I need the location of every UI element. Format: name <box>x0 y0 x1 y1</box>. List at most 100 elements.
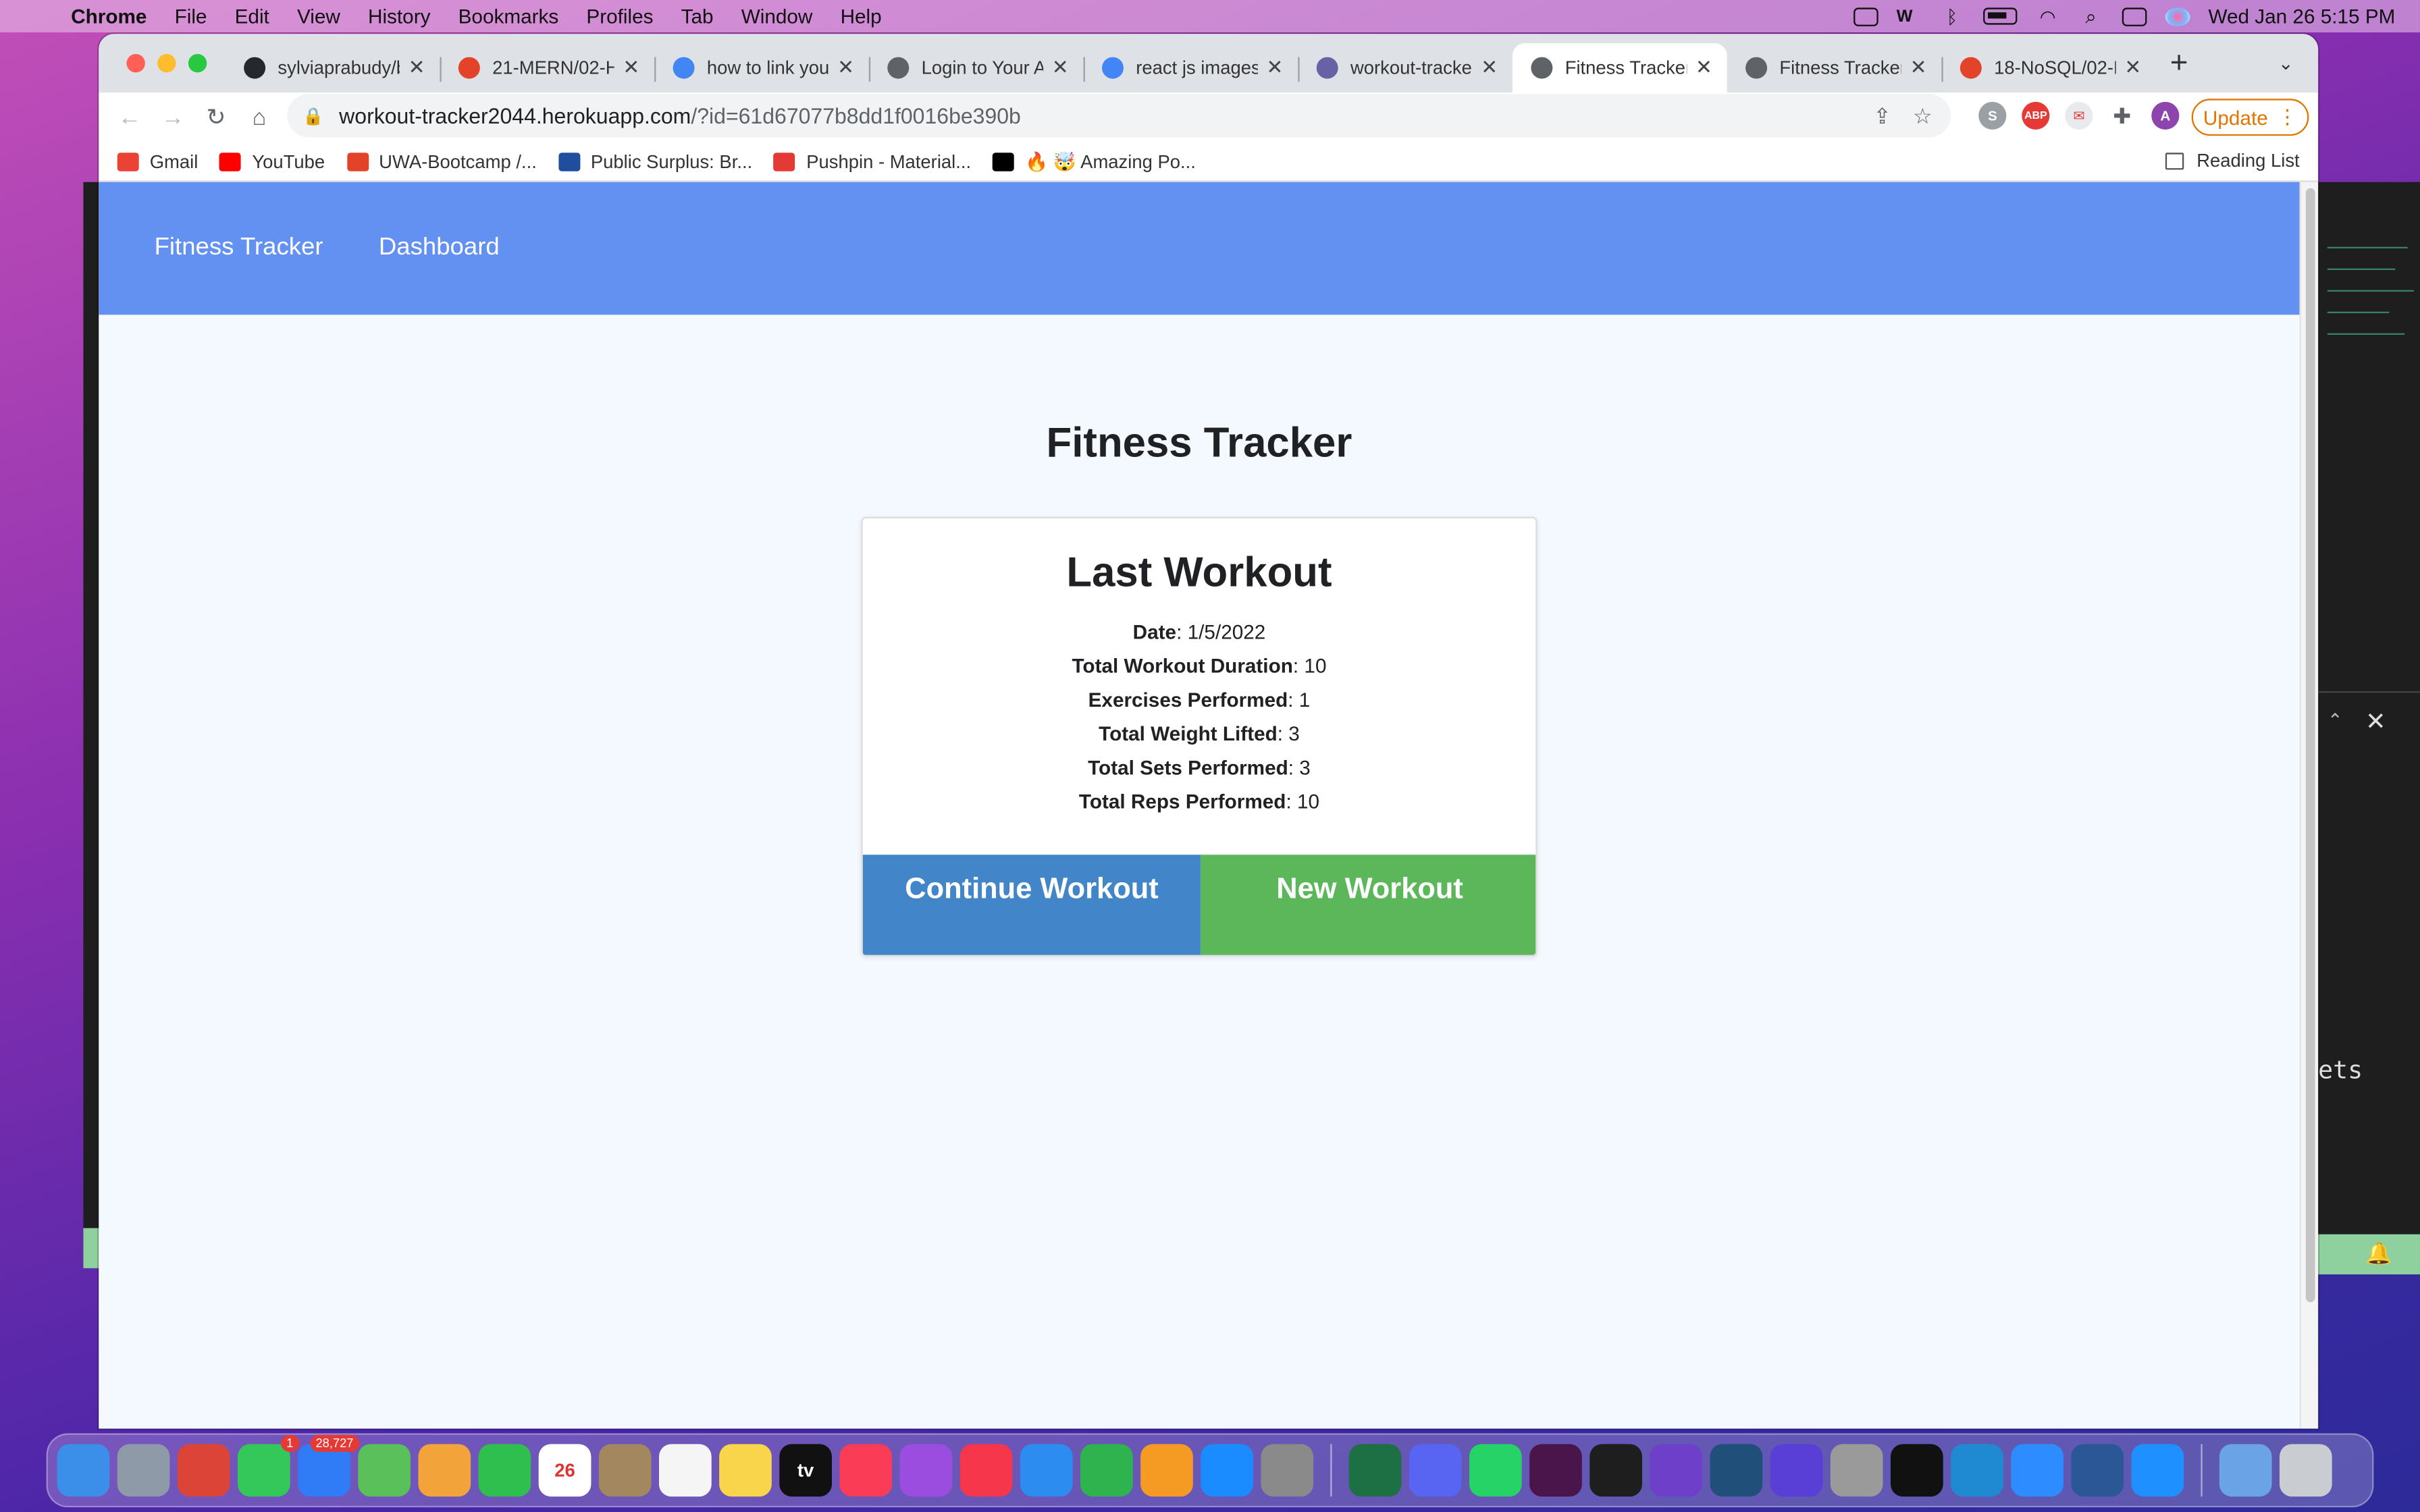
bookmark-item[interactable]: Public Surplus: Br... <box>558 151 752 172</box>
zoom-icon[interactable] <box>2011 1444 2063 1497</box>
word-icon[interactable] <box>2071 1444 2124 1497</box>
address-bar[interactable]: 🔒 workout-tracker2044.herokuapp.com/?id=… <box>287 94 1951 138</box>
tab-close-icon[interactable]: ✕ <box>835 55 857 80</box>
system-preferences-icon[interactable] <box>1261 1444 1314 1497</box>
tv-icon[interactable]: tv <box>779 1444 832 1497</box>
tab-close-icon[interactable]: ✕ <box>1049 55 1071 80</box>
whatsapp-icon[interactable] <box>1469 1444 1522 1497</box>
browser-tab[interactable]: sylviaprabudy/bo ✕ <box>226 43 440 92</box>
news-icon[interactable] <box>959 1444 1013 1497</box>
update-button[interactable]: Update ⋮ <box>2191 99 2309 136</box>
menu-view[interactable]: View <box>283 5 354 28</box>
extension-badge-icon[interactable]: ✉ <box>2065 101 2093 130</box>
menu-bookmarks[interactable]: Bookmarks <box>444 5 573 28</box>
tab-close-icon[interactable]: ✕ <box>1908 55 1929 80</box>
excel-icon[interactable] <box>1348 1444 1402 1497</box>
bookmark-item[interactable]: YouTube <box>219 151 325 172</box>
tab-close-icon[interactable]: ✕ <box>2122 55 2144 80</box>
menu-bar-clock[interactable]: Wed Jan 26 5:15 PM <box>2208 5 2395 28</box>
vscode-icon[interactable] <box>1951 1444 2003 1497</box>
numbers-icon[interactable] <box>1080 1444 1133 1497</box>
forward-button[interactable]: → <box>151 104 194 130</box>
slack-icon[interactable] <box>1529 1444 1582 1497</box>
tab-search-chevron-icon[interactable]: ⌄ <box>2278 53 2294 74</box>
webex-icon[interactable] <box>1890 1444 1943 1497</box>
wifi-icon[interactable]: ◠ <box>2035 7 2060 25</box>
music-icon[interactable] <box>839 1444 893 1497</box>
menu-history[interactable]: History <box>354 5 444 28</box>
continue-workout-button[interactable]: Continue Workout <box>862 855 1201 955</box>
keynote-icon[interactable] <box>1020 1444 1073 1497</box>
mysql-workbench-icon[interactable] <box>1710 1444 1763 1497</box>
tab-close-icon[interactable]: ✕ <box>621 55 642 80</box>
menu-help[interactable]: Help <box>826 5 895 28</box>
battery-icon[interactable] <box>1982 7 2018 25</box>
reload-button[interactable]: ↻ <box>194 103 238 131</box>
new-tab-button[interactable]: + <box>2170 47 2188 82</box>
messages-icon[interactable]: 1 <box>237 1434 300 1497</box>
discord-icon[interactable] <box>1409 1444 1462 1497</box>
launchpad-icon[interactable] <box>117 1444 170 1497</box>
adblock-extension-icon[interactable]: ABP <box>2022 101 2050 130</box>
bookmark-item[interactable]: UWA-Bootcamp /... <box>346 151 537 172</box>
minimize-window-button[interactable] <box>157 53 176 73</box>
browser-tab[interactable]: 21-MERN/02-Ho ✕ <box>440 43 654 92</box>
pages-icon[interactable] <box>1140 1444 1193 1497</box>
photos-icon[interactable] <box>418 1444 471 1497</box>
menu-file[interactable]: File <box>161 5 221 28</box>
browser-tab[interactable]: Login to Your Ac ✕ <box>868 43 1084 92</box>
menu-profiles[interactable]: Profiles <box>573 5 667 28</box>
share-icon[interactable]: ⇪ <box>1873 103 1891 129</box>
podcasts-icon[interactable] <box>899 1444 953 1497</box>
github-desktop-icon[interactable] <box>1650 1444 1703 1497</box>
close-icon[interactable]: ✕ <box>2365 707 2386 738</box>
reminders-icon[interactable] <box>658 1444 712 1497</box>
bookmark-item[interactable]: Gmail <box>117 151 198 172</box>
close-window-button[interactable] <box>126 53 145 73</box>
webex-status-icon[interactable]: W <box>1897 7 1922 25</box>
browser-tab[interactable]: workout-tracker ✕ <box>1298 43 1512 92</box>
finder-icon[interactable] <box>57 1444 110 1497</box>
menu-tab[interactable]: Tab <box>667 5 727 28</box>
browser-tab[interactable]: how to link your ✕ <box>654 43 869 92</box>
lock-icon[interactable]: 🔒 <box>302 106 323 126</box>
new-workout-button[interactable]: New Workout <box>1201 855 1536 955</box>
mail-icon[interactable]: 28,727 <box>298 1434 360 1497</box>
scrollbar-thumb[interactable] <box>2305 188 2315 1303</box>
notes-icon[interactable] <box>719 1444 772 1497</box>
app-store-icon[interactable] <box>1201 1444 1253 1497</box>
profile-avatar[interactable]: A <box>2151 101 2180 130</box>
nav-dashboard-link[interactable]: Dashboard <box>379 234 500 262</box>
control-center-icon[interactable] <box>2122 7 2147 26</box>
extensions-puzzle-icon[interactable]: ✚ <box>2108 102 2136 130</box>
chevron-up-icon[interactable]: ⌃ <box>2327 709 2343 731</box>
bell-icon[interactable]: 🔔 <box>2365 1241 2392 1267</box>
tab-close-icon[interactable]: ✕ <box>1693 55 1714 80</box>
siri-icon[interactable] <box>2165 7 2190 26</box>
screen-record-icon[interactable] <box>1853 7 1878 26</box>
home-button[interactable]: ⌂ <box>238 104 281 130</box>
bookmark-item[interactable]: Pushpin - Material... <box>774 151 971 172</box>
back-button[interactable]: ← <box>108 104 151 130</box>
tab-close-icon[interactable]: ✕ <box>406 55 427 80</box>
tab-close-icon[interactable]: ✕ <box>1479 55 1500 80</box>
downloads-icon[interactable] <box>2219 1444 2272 1497</box>
printer-icon[interactable] <box>1830 1444 1883 1497</box>
bluetooth-icon[interactable]: ᛒ <box>1940 7 1965 25</box>
menu-window[interactable]: Window <box>727 5 826 28</box>
spotlight-search-icon[interactable]: ⌕ <box>2078 5 2103 26</box>
tab-close-icon[interactable]: ✕ <box>1264 55 1286 80</box>
calendar-icon[interactable]: 26 <box>538 1444 591 1497</box>
browser-tab[interactable]: Fitness Tracker ✕ <box>1727 43 1942 92</box>
tab-active[interactable]: Fitness Tracker ✕ <box>1512 43 1727 93</box>
bookmark-item[interactable]: 🔥 🤯 Amazing Po... <box>993 151 1196 172</box>
browser-tab[interactable]: react js images - ✕ <box>1083 43 1298 92</box>
menu-edit[interactable]: Edit <box>221 5 283 28</box>
maps-icon[interactable] <box>358 1444 411 1497</box>
terminal-icon[interactable] <box>1589 1444 1642 1497</box>
chrome-icon[interactable] <box>177 1444 230 1497</box>
nav-brand-link[interactable]: Fitness Tracker <box>155 234 323 262</box>
menu-app-name[interactable]: Chrome <box>71 5 161 28</box>
browser-tab[interactable]: 18-NoSQL/02-H ✕ <box>1941 43 2156 92</box>
reading-list-button[interactable]: Reading List <box>2165 150 2300 171</box>
